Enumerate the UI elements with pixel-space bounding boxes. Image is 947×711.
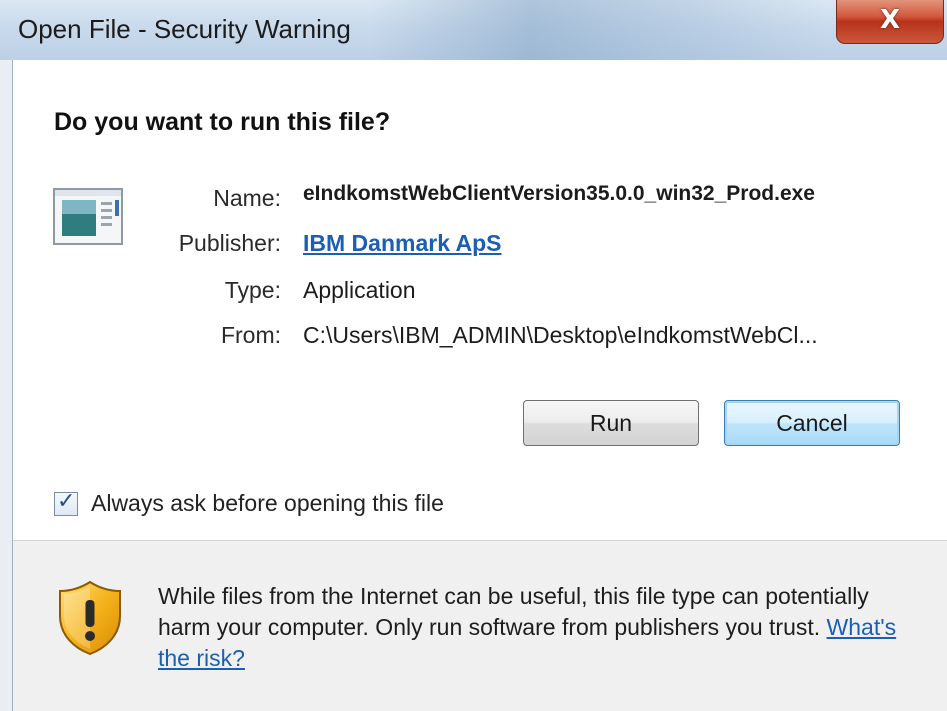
publisher-link[interactable]: IBM Danmark ApS xyxy=(303,230,502,257)
title-bar-glass xyxy=(370,0,830,60)
type-label: Type: xyxy=(224,277,281,303)
dialog-heading: Do you want to run this file? xyxy=(54,108,391,136)
dialog-body: Do you want to run this file? Name: eInd… xyxy=(12,60,947,711)
security-warning-dialog: Open File - Security Warning X Do you wa… xyxy=(0,0,947,711)
name-label: Name: xyxy=(213,185,281,211)
run-button[interactable]: Run xyxy=(523,400,699,446)
always-ask-checkbox[interactable]: ✓ xyxy=(54,489,78,516)
file-type-value: Application xyxy=(303,277,416,303)
publisher-label: Publisher: xyxy=(178,230,281,256)
file-source-path: C:\Users\IBM_ADMIN\Desktop\eIndkomstWebC… xyxy=(303,322,818,348)
file-name-value: eIndkomstWebClientVersion35.0.0_win32_Pr… xyxy=(303,182,815,205)
window-title: Open File - Security Warning xyxy=(18,14,351,44)
warning-panel: While files from the Internet can be use… xyxy=(13,541,947,711)
shield-warning-icon xyxy=(59,580,121,656)
checkmark-icon: ✓ xyxy=(57,489,76,514)
warning-text: While files from the Internet can be use… xyxy=(158,583,869,640)
file-info-panel: Do you want to run this file? Name: eInd… xyxy=(13,60,947,540)
close-button[interactable]: X xyxy=(836,0,944,44)
cancel-button[interactable]: Cancel xyxy=(724,400,900,446)
title-bar[interactable]: Open File - Security Warning X xyxy=(0,0,947,60)
from-label: From: xyxy=(220,322,281,348)
always-ask-label[interactable]: Always ask before opening this file xyxy=(91,490,444,517)
close-icon: X xyxy=(879,5,901,35)
warning-message: While files from the Internet can be use… xyxy=(158,581,918,674)
